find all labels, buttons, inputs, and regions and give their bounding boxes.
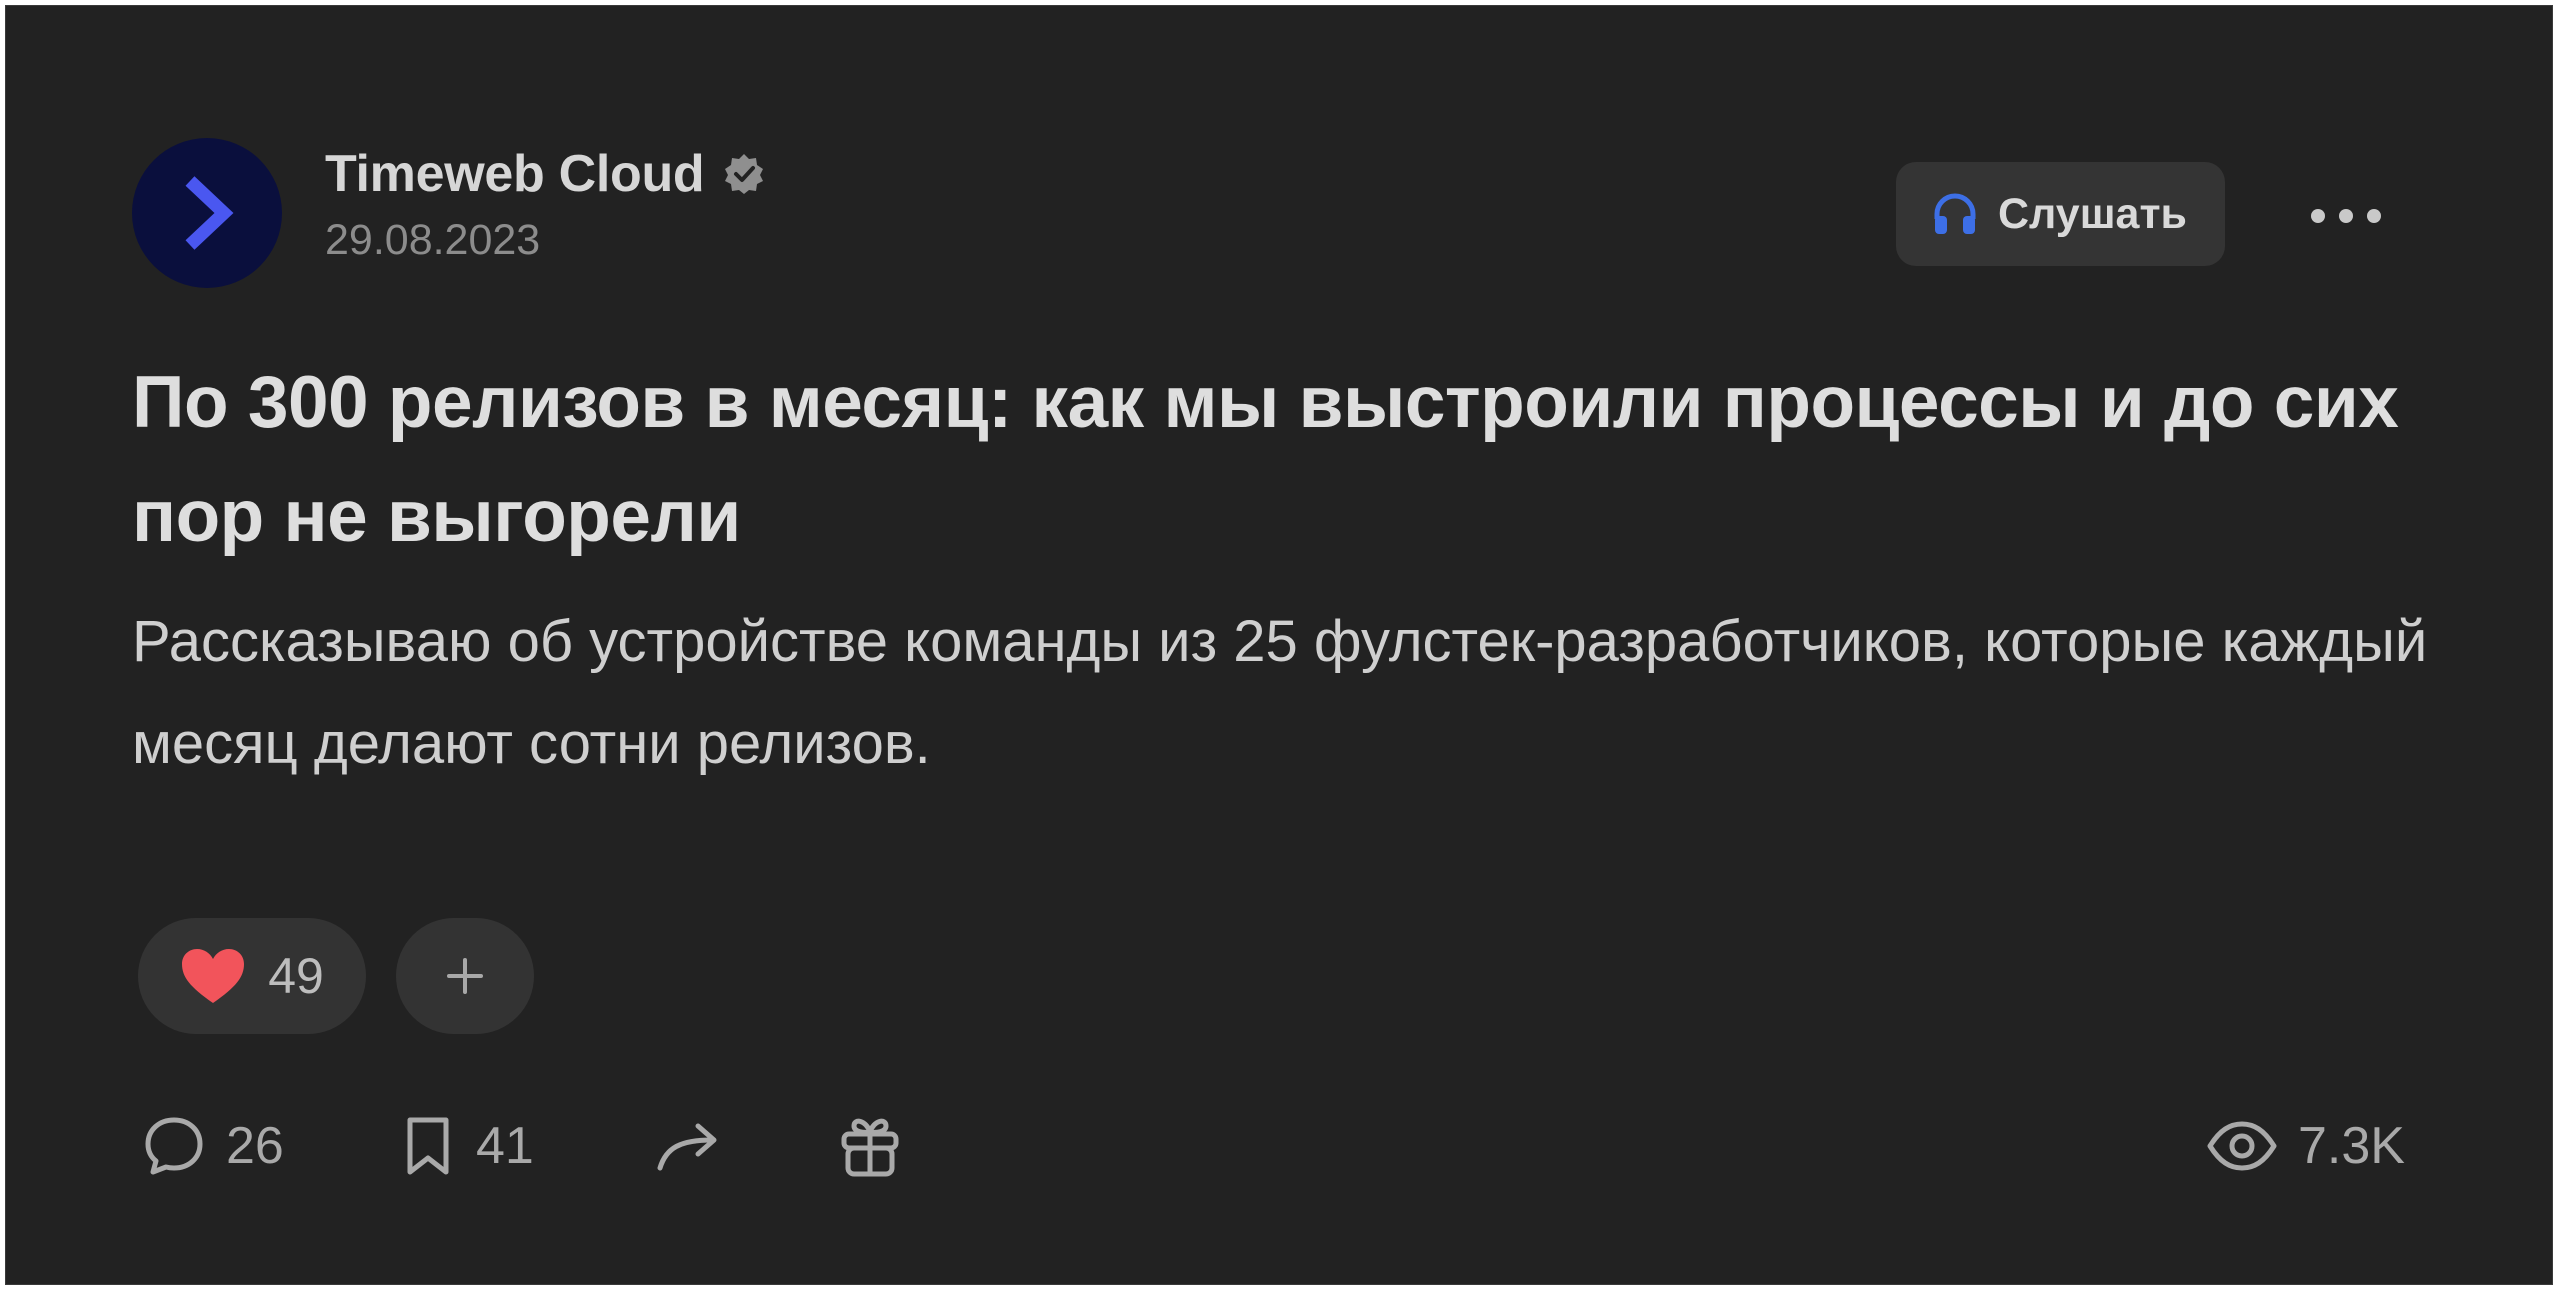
bookmark-icon [407,1117,449,1175]
add-reaction-button[interactable] [396,918,534,1034]
more-options-button[interactable] [2296,186,2396,246]
reactions-bar: 49 [138,918,534,1034]
gift-button[interactable] [838,1106,902,1186]
author-row: Timeweb Cloud [325,136,766,212]
listen-button[interactable]: Слушать [1896,162,2225,266]
heart-icon [182,949,245,1003]
post-card: Timeweb Cloud 29.08.2023 Слушать По 300 … [5,5,2553,1285]
post-header: Timeweb Cloud 29.08.2023 Слушать [132,136,2382,296]
author-avatar[interactable] [132,138,282,288]
post-footer: 26 41 7.3K [138,1106,2438,1186]
timeweb-logo-icon [185,176,234,250]
post-lead: Рассказываю об устройстве команды из 25 … [132,609,2428,776]
author-block: Timeweb Cloud 29.08.2023 [325,136,766,265]
views-counter: 7.3K [2206,1106,2405,1186]
post-date: 29.08.2023 [325,216,541,264]
share-arrow-icon [657,1123,717,1171]
eye-icon [2207,1121,2277,1171]
bookmark-button[interactable]: 41 [400,1106,534,1186]
like-count: 49 [268,948,324,1004]
listen-label: Слушать [1998,189,2187,238]
gift-icon [841,1118,899,1177]
comment-icon [145,1117,203,1175]
verified-badge-icon [722,152,766,196]
comments-count: 26 [226,1117,284,1175]
plus-icon [447,958,483,994]
more-dots-icon [2311,209,2381,223]
share-button[interactable] [654,1106,726,1186]
bookmarks-count: 41 [476,1117,534,1175]
like-reaction-button[interactable]: 49 [138,918,366,1034]
author-name[interactable]: Timeweb Cloud [325,144,705,204]
post-title[interactable]: По 300 релизов в месяц: как мы выстроили… [132,346,2432,574]
comments-button[interactable]: 26 [142,1106,284,1186]
views-count: 7.3K [2298,1117,2405,1175]
headphones-icon [1934,193,1976,234]
